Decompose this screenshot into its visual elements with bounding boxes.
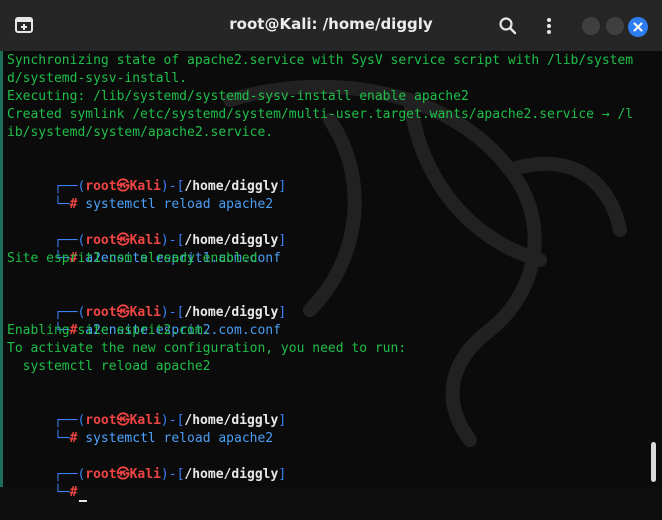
output-line: systemctl reload apache2 <box>7 359 211 374</box>
minimize-icon[interactable] <box>582 17 600 35</box>
prompt-hash: # <box>69 485 78 501</box>
output-line: ib/systemd/system/apache2.service. <box>7 125 274 140</box>
command-args: reload apache2 <box>155 431 274 447</box>
prompt-at: ㉿ <box>116 467 130 483</box>
command-args: reload apache2 <box>155 197 274 213</box>
prompt-frame: )-[ <box>160 467 185 483</box>
prompt-hash: # <box>69 431 78 447</box>
scrollbar-thumb[interactable] <box>651 442 656 482</box>
command-name: systemctl <box>85 431 156 447</box>
output-line: Executing: /lib/systemd/systemd-sysv-ins… <box>7 89 469 104</box>
prompt-frame: ] <box>278 467 287 483</box>
prompt-path: /home/diggly <box>184 467 279 483</box>
output-line: To activate the new configuration, you n… <box>7 341 407 356</box>
prompt-frame: ] <box>278 413 287 429</box>
text-cursor <box>79 500 88 503</box>
output-line: Created symlink /etc/systemd/system/mult… <box>7 107 634 122</box>
command-name: systemctl <box>85 197 156 213</box>
output-line: Enabling site esprit2.com. <box>7 323 211 338</box>
window-title: root@Kali: /home/diggly <box>229 15 433 33</box>
terminal-window: root@Kali: /home/diggly Synchronizing st… <box>0 0 662 503</box>
output-line: Site esprit1.com already enabled <box>7 251 258 266</box>
search-icon[interactable] <box>498 16 518 36</box>
command-input-line[interactable]: └─# <box>7 466 88 520</box>
terminal-output[interactable]: Synchronizing state of apache2.service w… <box>0 51 662 503</box>
output-line: Synchronizing state of apache2.service w… <box>7 53 634 68</box>
prompt-frame: └─ <box>53 197 70 213</box>
prompt-host: Kali <box>129 467 161 483</box>
prompt-frame: ] <box>278 179 287 195</box>
prompt-hash: # <box>69 197 78 213</box>
maximize-icon[interactable] <box>606 17 624 35</box>
close-icon[interactable] <box>628 17 648 37</box>
kebab-menu-icon[interactable] <box>541 16 557 36</box>
prompt-frame: └─ <box>53 431 70 447</box>
title-bar: root@Kali: /home/diggly <box>0 0 662 51</box>
prompt-frame: └─ <box>53 485 70 501</box>
output-line: d/systemd-sysv-install. <box>7 71 188 86</box>
prompt-user: root <box>85 467 117 483</box>
